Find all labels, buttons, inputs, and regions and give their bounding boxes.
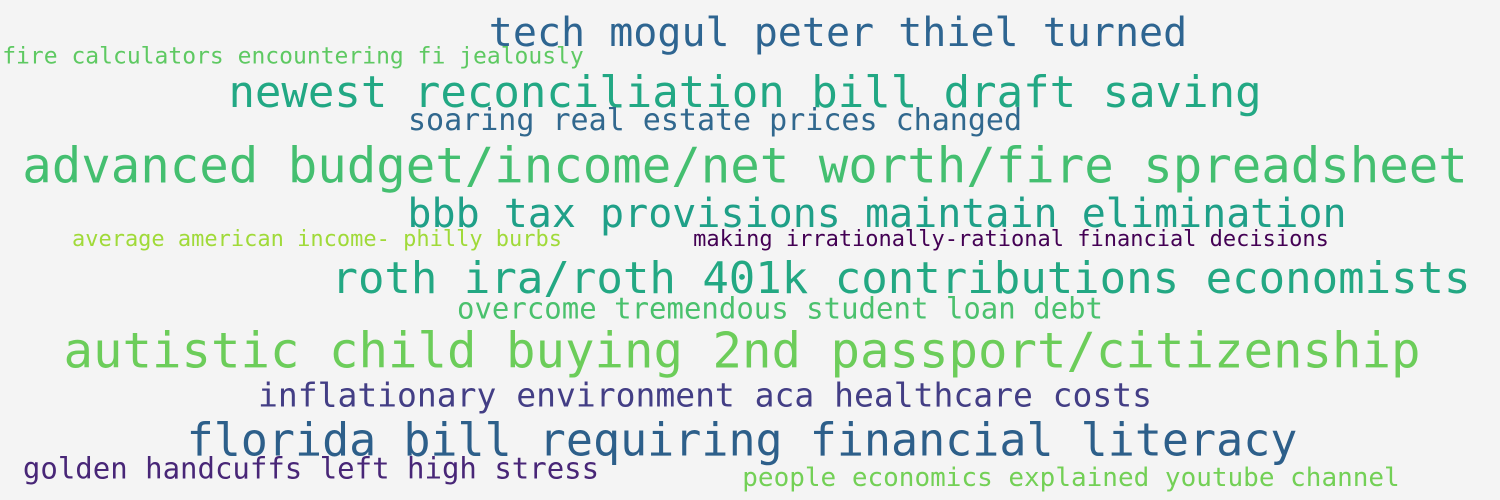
- phrase-average-american: average american income- philly burbs: [71, 227, 563, 252]
- word-cloud: tech mogul peter thiel turned fire calcu…: [0, 0, 1500, 500]
- phrase-tech-mogul: tech mogul peter thiel turned: [488, 10, 1188, 56]
- phrase-soaring-real-estate: soaring real estate prices changed: [407, 103, 1023, 138]
- phrase-making-irrationally: making irrationally-rational financial d…: [693, 227, 1329, 252]
- phrase-people-economics: people economics explained youtube chann…: [742, 463, 1400, 493]
- phrase-overcome-student-loan: overcome tremendous student loan debt: [456, 291, 1104, 326]
- phrase-fire-calculators: fire calculators encountering fi jealous…: [2, 43, 584, 70]
- phrase-advanced-budget: advanced budget/income/net worth/fire sp…: [22, 137, 1468, 195]
- phrase-inflationary-environment: inflationary environment aca healthcare …: [257, 375, 1153, 415]
- phrase-golden-handcuffs: golden handcuffs left high stress: [22, 451, 600, 486]
- phrase-autistic-child: autistic child buying 2nd passport/citiz…: [63, 322, 1421, 380]
